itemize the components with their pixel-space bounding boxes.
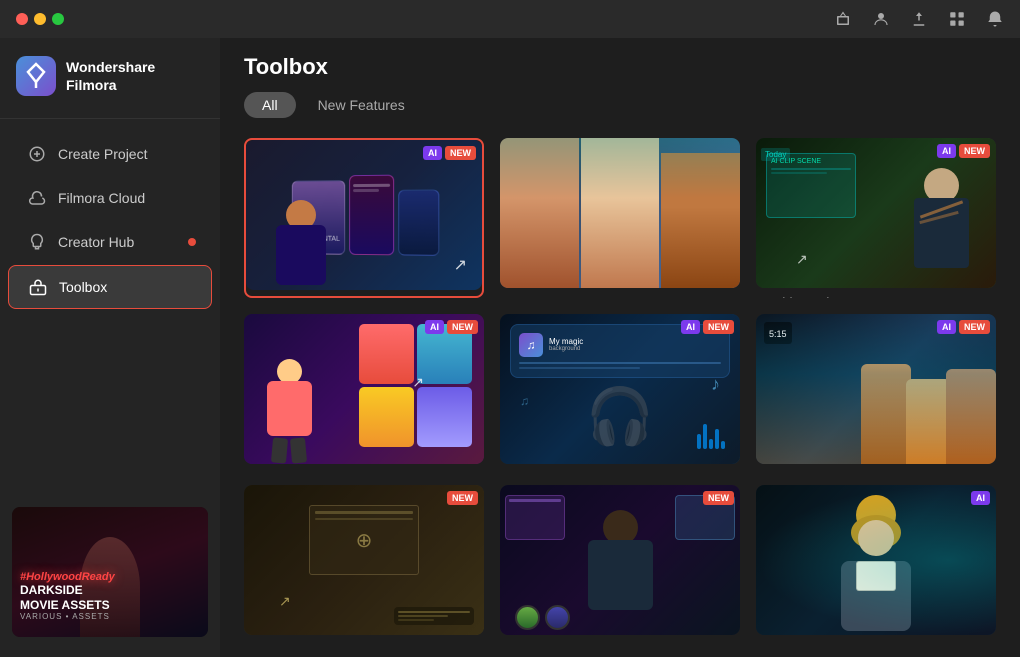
notification-icon[interactable] bbox=[986, 10, 1004, 28]
tool-thumb-row3-1: ⊕ ↗ bbox=[244, 485, 484, 635]
notification-dot bbox=[188, 238, 196, 246]
tool-card-auto-reframe[interactable]: 5:15 bbox=[756, 314, 996, 470]
tool-card-row3-3[interactable]: AI bbox=[756, 485, 996, 641]
tool-thumb-auto-reframe: 5:15 bbox=[756, 314, 996, 464]
badges-auto-reframe: AI NEW bbox=[937, 320, 990, 334]
tool-card-smart-bgm[interactable]: ♫ My magic background bbox=[500, 314, 740, 470]
tools-grid: HORIZONTAL VID bbox=[220, 130, 1020, 657]
titlebar-actions bbox=[834, 10, 1004, 28]
tool-thumb-smart-short-clips: HORIZONTAL VID bbox=[246, 140, 482, 290]
page-title: Toolbox bbox=[244, 54, 996, 80]
tool-card-smart-scene-cut[interactable]: Smart Scene Cut bbox=[500, 138, 740, 298]
sidebar-thumbnail[interactable]: #HollywoodReady DARKSIDEMOVIE ASSETS VAR… bbox=[12, 507, 208, 637]
divider bbox=[0, 118, 220, 119]
lightbulb-icon bbox=[28, 233, 46, 251]
badge-new: NEW bbox=[959, 144, 990, 158]
tool-thumb-smart-scene-cut bbox=[500, 138, 740, 288]
badge-ai: AI bbox=[425, 320, 444, 334]
badges-ai-color-palette: AI NEW bbox=[425, 320, 478, 334]
badges-smart-bgm: AI NEW bbox=[681, 320, 734, 334]
nav-label: Creator Hub bbox=[58, 234, 134, 250]
minimize-button[interactable] bbox=[34, 13, 46, 25]
tool-thumb-ai-video-enhancer: AI CLIP SCENE Today ↗ AI NEW bbox=[756, 138, 996, 288]
app-body: Wondershare Filmora Create Project bbox=[0, 38, 1020, 657]
main-header: Toolbox All New Features bbox=[220, 38, 1020, 130]
main-content: Toolbox All New Features HORIZONTAL VID bbox=[220, 38, 1020, 657]
badges-smart-short-clips: AI NEW bbox=[423, 146, 476, 160]
window-controls[interactable] bbox=[16, 13, 64, 25]
nav-label: Toolbox bbox=[59, 279, 107, 295]
nav-label: Create Project bbox=[58, 146, 147, 162]
upload-icon[interactable] bbox=[910, 10, 928, 28]
sidebar-item-create-project[interactable]: Create Project bbox=[8, 133, 212, 175]
badge-ai: AI bbox=[937, 144, 956, 158]
close-button[interactable] bbox=[16, 13, 28, 25]
profile-icon[interactable] bbox=[872, 10, 890, 28]
tool-thumb-row3-3: AI bbox=[756, 485, 996, 635]
badge-new: NEW bbox=[703, 491, 734, 505]
sidebar-item-toolbox[interactable]: Toolbox bbox=[8, 265, 212, 309]
tool-name-ai-video-enhancer: AI Video Enhancer bbox=[756, 295, 996, 298]
nav-label: Filmora Cloud bbox=[58, 190, 145, 206]
grid-icon[interactable] bbox=[948, 10, 966, 28]
tool-card-ai-video-enhancer[interactable]: AI CLIP SCENE Today ↗ AI NEW bbox=[756, 138, 996, 298]
sidebar-thumb-title: DARKSIDEMOVIE ASSETS bbox=[20, 583, 200, 612]
sidebar-nav: Create Project Filmora Cloud Creato bbox=[0, 123, 220, 497]
badges-row3-2: NEW bbox=[703, 491, 734, 505]
logo-icon bbox=[16, 56, 56, 96]
badge-ai: AI bbox=[423, 146, 442, 160]
tab-all[interactable]: All bbox=[244, 92, 296, 118]
badges-ai-video-enhancer: AI NEW bbox=[937, 144, 990, 158]
thumbnail-tag: #HollywoodReady bbox=[20, 571, 200, 583]
tab-new-features[interactable]: New Features bbox=[300, 92, 423, 118]
sidebar: Wondershare Filmora Create Project bbox=[0, 38, 220, 657]
toolbox-icon bbox=[29, 278, 47, 296]
tool-thumb-smart-bgm: ♫ My magic background bbox=[500, 314, 740, 464]
tool-name-smart-scene-cut: Smart Scene Cut bbox=[500, 295, 740, 298]
tool-card-row3-2[interactable]: NEW bbox=[500, 485, 740, 641]
badge-new: NEW bbox=[447, 491, 478, 505]
titlebar bbox=[0, 0, 1020, 38]
badge-new: NEW bbox=[447, 320, 478, 334]
badge-new: NEW bbox=[703, 320, 734, 334]
share-icon[interactable] bbox=[834, 10, 852, 28]
badge-new: NEW bbox=[959, 320, 990, 334]
tabs: All New Features bbox=[244, 92, 996, 118]
tool-name-smart-short-clips: Smart Short Clips bbox=[246, 297, 482, 298]
sidebar-thumb-sub: VARIOUS • ASSETS bbox=[20, 612, 200, 621]
badge-ai: AI bbox=[937, 320, 956, 334]
tool-thumb-row3-2: NEW bbox=[500, 485, 740, 635]
tool-card-smart-short-clips[interactable]: HORIZONTAL VID bbox=[244, 138, 484, 298]
badge-new: NEW bbox=[445, 146, 476, 160]
badge-ai: AI bbox=[971, 491, 990, 505]
cloud-icon bbox=[28, 189, 46, 207]
badges-row3-3: AI bbox=[971, 491, 990, 505]
app-name: Wondershare Filmora bbox=[66, 58, 204, 94]
tool-thumb-ai-color-palette: ↗ AI NEW bbox=[244, 314, 484, 464]
maximize-button[interactable] bbox=[52, 13, 64, 25]
sidebar-item-creator-hub[interactable]: Creator Hub bbox=[8, 221, 212, 263]
tool-card-ai-color-palette[interactable]: ↗ AI NEW AI Color Palette bbox=[244, 314, 484, 470]
plus-circle-icon bbox=[28, 145, 46, 163]
badges-row3-1: NEW bbox=[447, 491, 478, 505]
sidebar-logo[interactable]: Wondershare Filmora bbox=[0, 38, 220, 114]
tool-card-row3-1[interactable]: ⊕ ↗ bbox=[244, 485, 484, 641]
sidebar-item-filmora-cloud[interactable]: Filmora Cloud bbox=[8, 177, 212, 219]
badge-ai: AI bbox=[681, 320, 700, 334]
